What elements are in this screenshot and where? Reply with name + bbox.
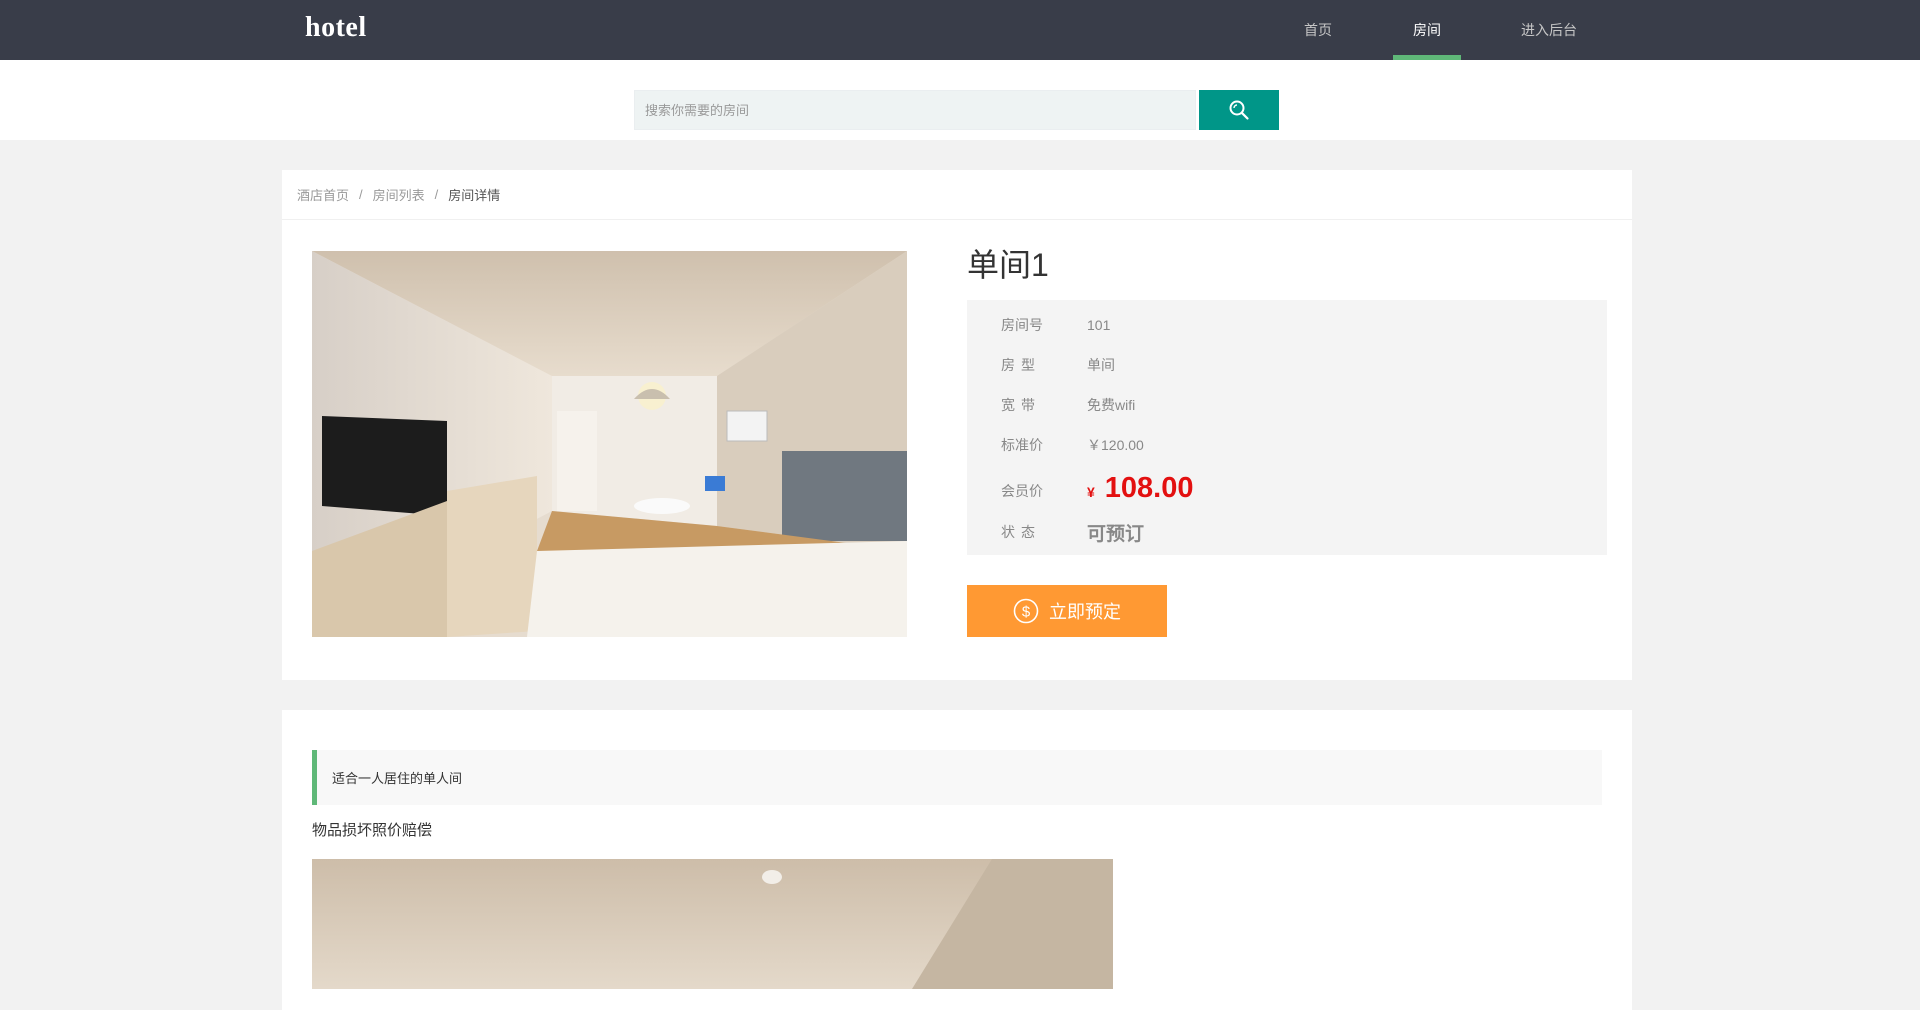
status-value: 可预订 — [1087, 523, 1145, 545]
broadband-label: 宽带 — [1001, 397, 1035, 413]
room-info-panel: 房间号 101 房型 单间 宽带 免费wifi 标准价 ￥120.00 会员价 … — [967, 300, 1607, 555]
book-now-label: 立即预定 — [1049, 602, 1121, 622]
room-number-value: 101 — [1087, 317, 1111, 333]
room-title: 单间1 — [967, 247, 1049, 283]
standard-price-value: ￥120.00 — [1087, 437, 1144, 453]
description-note: 物品损坏照价赔偿 — [312, 822, 433, 839]
search-icon — [1229, 100, 1249, 120]
nav-rooms[interactable]: 房间 — [1393, 0, 1461, 60]
room-type-value: 单间 — [1087, 357, 1115, 373]
info-row-type: 房型 单间 — [967, 352, 1607, 378]
info-row-status: 状态 可预订 — [967, 518, 1607, 546]
standard-price-label: 标准价 — [1001, 437, 1043, 453]
info-row-number: 房间号 101 — [967, 312, 1607, 338]
svg-text:$: $ — [1022, 604, 1031, 621]
member-price-value: 108.00 — [1104, 471, 1194, 504]
breadcrumb: 酒店首页 / 房间列表 / 房间详情 — [282, 170, 1632, 220]
info-row-member-price: 会员价 ¥ 108.00 — [967, 466, 1607, 510]
breadcrumb-separator: / — [359, 187, 363, 202]
room-detail-card: 酒店首页 / 房间列表 / 房间详情 单间1 房间号 101 房 型 单间 宽 … — [282, 170, 1632, 680]
search-button[interactable] — [1199, 90, 1279, 130]
top-navbar: hotel 首页 房间 进入后台 — [0, 0, 1920, 60]
search-bar — [0, 60, 1920, 140]
broadband-value: 免费wifi — [1087, 397, 1136, 413]
room-type-label: 房型 — [1001, 357, 1035, 373]
logo[interactable]: hotel — [305, 12, 367, 44]
status-label: 状态 — [1001, 524, 1035, 540]
nav-home[interactable]: 首页 — [1290, 0, 1346, 60]
info-row-broadband: 宽带 免费wifi — [967, 392, 1607, 418]
description-photo — [312, 859, 1113, 989]
breadcrumb-separator: / — [434, 187, 439, 202]
dollar-circle-icon: $ — [1013, 598, 1039, 624]
book-now-button[interactable]: $ 立即预定 — [967, 585, 1167, 637]
nav-admin[interactable]: 进入后台 — [1508, 0, 1590, 60]
member-price-currency: ¥ — [1087, 484, 1095, 500]
breadcrumb-room-list[interactable]: 房间列表 — [373, 185, 425, 204]
info-row-standard-price: 标准价 ￥120.00 — [967, 432, 1607, 458]
search-input[interactable] — [634, 90, 1196, 130]
member-price-label: 会员价 — [1001, 483, 1043, 499]
breadcrumb-home[interactable]: 酒店首页 — [297, 185, 349, 204]
room-number-label: 房间号 — [1001, 317, 1043, 333]
room-description-card: 适合一人居住的单人间 物品损坏照价赔偿 — [282, 710, 1632, 1010]
room-photo — [312, 251, 907, 637]
breadcrumb-current: 房间详情 — [448, 188, 501, 203]
description-quote: 适合一人居住的单人间 — [312, 750, 1602, 805]
